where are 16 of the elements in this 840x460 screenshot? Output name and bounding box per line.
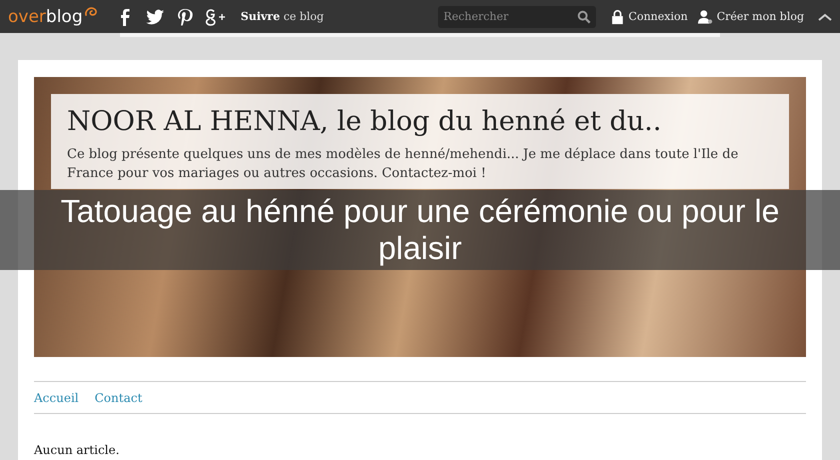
blog-title[interactable]: NOOR AL HENNA, le blog du henné et du.. [67,106,773,137]
search-field[interactable]: Rechercher [438,6,596,28]
caption-text: Tatouage au hénné pour une cérémonie ou pour le plaisir [60,193,780,267]
create-blog-link[interactable]: Créer mon blog [716,10,804,23]
search-icon[interactable] [576,10,591,24]
overblog-logo[interactable]: overblog [8,6,99,28]
bird-icon[interactable] [144,6,165,26]
empty-message: Aucun article. [34,443,120,459]
nav-link[interactable]: Accueil [34,390,79,404]
blog-description: Ce blog présente quelques uns de mes modèles de henné/mehendi... Je me déplace dans toute l'Ile de France pour vos mariages ou autres occasions. Contactez-moi ! [67,146,740,183]
login-link[interactable]: Connexion [628,10,688,23]
follow-link[interactable]: Suivre ce blog [240,10,324,23]
chevron-up-icon[interactable] [818,12,832,22]
padlock-icon [610,8,625,24]
nav-link[interactable]: Contact [94,390,142,404]
user-icon [698,8,713,24]
